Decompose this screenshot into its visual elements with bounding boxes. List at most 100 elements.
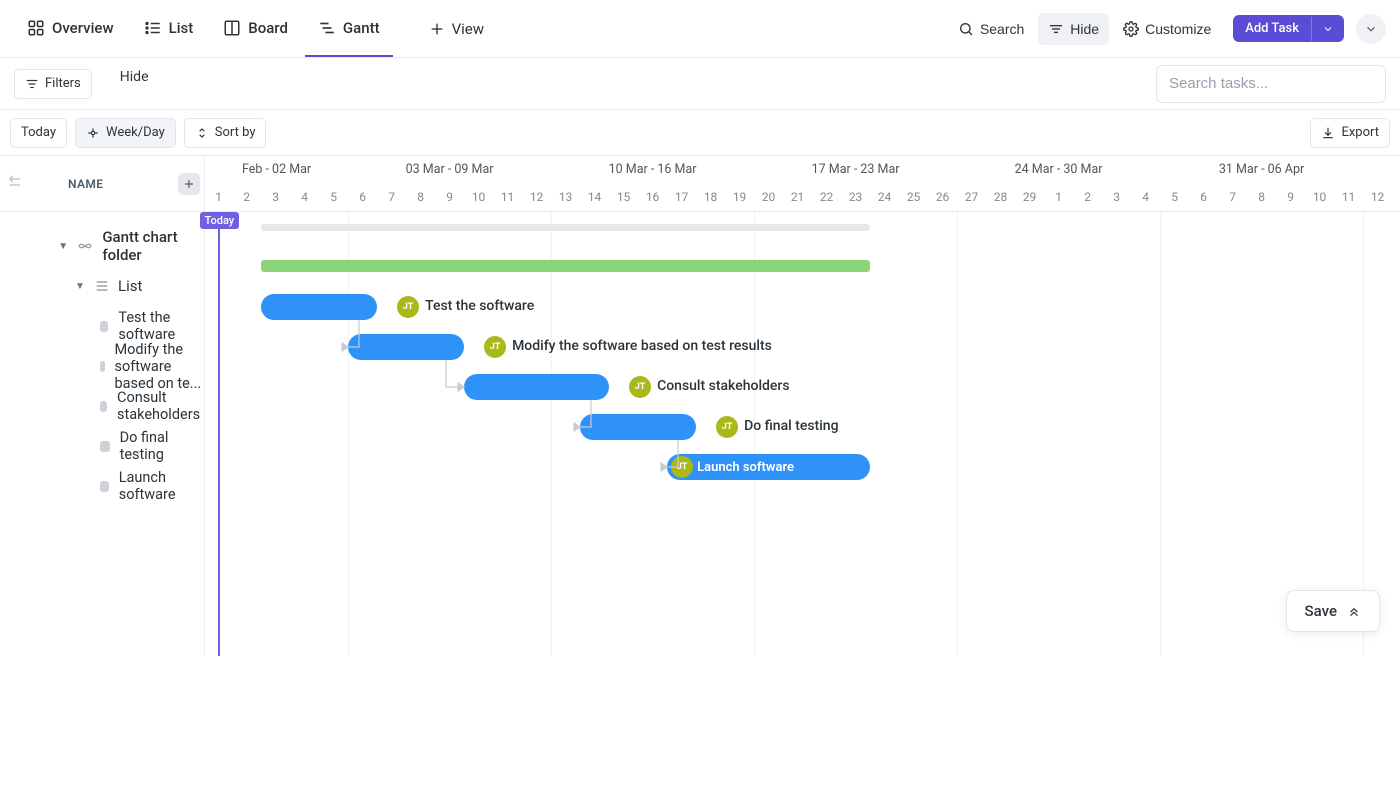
- day-label: 13: [551, 184, 580, 212]
- search-input[interactable]: [1156, 65, 1386, 103]
- day-label: 26: [928, 184, 957, 212]
- day-label: 17: [667, 184, 696, 212]
- tab-gantt[interactable]: Gantt: [305, 1, 393, 57]
- caret-down-icon[interactable]: ▼: [74, 281, 86, 292]
- plus-icon: [183, 178, 195, 190]
- day-label: 7: [377, 184, 406, 212]
- tab-overview[interactable]: Overview: [14, 1, 127, 57]
- add-task-dropdown[interactable]: [1311, 17, 1344, 41]
- caret-down-icon[interactable]: ▼: [58, 241, 68, 252]
- add-view-button[interactable]: View: [417, 11, 496, 47]
- week-label: 31 Mar - 06 Apr: [1160, 156, 1363, 184]
- dependency-arrow: [205, 212, 1205, 812]
- day-label: 28: [986, 184, 1015, 212]
- task-label: Modify the software based on te...: [115, 341, 205, 392]
- timeline-header: Feb - 02 Mar03 Mar - 09 Mar10 Mar - 16 M…: [205, 156, 1400, 212]
- week-label: 17 Mar - 23 Mar: [754, 156, 957, 184]
- gear-icon: [1123, 21, 1139, 37]
- today-line: [218, 212, 220, 656]
- day-label: 2: [232, 184, 261, 212]
- sortby-button[interactable]: Sort by: [184, 118, 267, 148]
- task-tree-panel: NAME ▼ Gantt chart folder ▼ List Test th…: [0, 156, 205, 656]
- hide-icon: [1048, 21, 1064, 37]
- week-label: 03 Mar - 09 Mar: [348, 156, 551, 184]
- customize-button[interactable]: Customize: [1113, 13, 1221, 45]
- list-icon: [94, 278, 110, 294]
- filters-button[interactable]: Filters: [14, 69, 92, 99]
- day-label: 5: [1160, 184, 1189, 212]
- day-label: 4: [1131, 184, 1160, 212]
- overview-icon: [27, 19, 45, 37]
- day-label: 2: [1073, 184, 1102, 212]
- day-label: 13: [1392, 184, 1400, 212]
- day-label: 29: [1015, 184, 1044, 212]
- filter-bar: Filters Hide: [0, 58, 1400, 110]
- chevron-down-icon: [1364, 22, 1378, 36]
- tab-board-label: Board: [248, 19, 288, 37]
- day-label: 6: [1189, 184, 1218, 212]
- day-label: 14: [580, 184, 609, 212]
- export-label: Export: [1341, 125, 1379, 140]
- day-label: 18: [696, 184, 725, 212]
- customize-label: Customize: [1145, 21, 1211, 37]
- save-button[interactable]: Save: [1286, 590, 1380, 632]
- hide-button[interactable]: Hide: [1038, 13, 1109, 45]
- add-column-button[interactable]: [178, 173, 200, 195]
- day-label: 20: [754, 184, 783, 212]
- folder-label: Gantt chart folder: [102, 228, 204, 264]
- day-label: 3: [1102, 184, 1131, 212]
- filter-icon: [25, 77, 39, 91]
- day-label: 6: [348, 184, 377, 212]
- week-label: 07 Apr - 13 Apr: [1363, 156, 1400, 184]
- tree-task[interactable]: Do final testing: [0, 426, 204, 466]
- zoom-icon: [86, 126, 100, 140]
- weekday-label: Week/Day: [106, 125, 165, 140]
- plus-icon: [429, 21, 445, 37]
- list-icon: [144, 19, 162, 37]
- export-button[interactable]: Export: [1310, 118, 1390, 148]
- chevron-down-icon: [1322, 23, 1334, 35]
- status-dot-icon: [100, 481, 109, 492]
- week-label: 10 Mar - 16 Mar: [551, 156, 754, 184]
- today-button[interactable]: Today: [10, 118, 67, 148]
- tree-task[interactable]: Launch software: [0, 466, 204, 506]
- day-label: 15: [609, 184, 638, 212]
- day-label: 25: [899, 184, 928, 212]
- day-label: 4: [290, 184, 319, 212]
- status-dot-icon: [100, 361, 105, 372]
- zoom-weekday-button[interactable]: Week/Day: [75, 118, 176, 148]
- subbar-hide-button[interactable]: Hide: [110, 69, 159, 99]
- tab-list[interactable]: List: [131, 1, 207, 57]
- collapse-panel-icon[interactable]: [6, 173, 24, 195]
- tree-task[interactable]: Consult stakeholders: [0, 386, 204, 426]
- download-icon: [1321, 126, 1335, 140]
- sort-icon: [195, 126, 209, 140]
- day-label: 23: [841, 184, 870, 212]
- tree-task[interactable]: Modify the software based on te...: [0, 346, 204, 386]
- tree-list[interactable]: ▼ List: [0, 266, 204, 306]
- day-label: 10: [1305, 184, 1334, 212]
- tree-folder[interactable]: ▼ Gantt chart folder: [0, 226, 204, 266]
- day-label: 16: [638, 184, 667, 212]
- search-icon: [958, 21, 974, 37]
- day-label: 22: [812, 184, 841, 212]
- sortby-label: Sort by: [215, 125, 256, 140]
- search-button[interactable]: Search: [948, 13, 1034, 45]
- day-label: 1: [1044, 184, 1073, 212]
- week-label: 24 Mar - 30 Mar: [957, 156, 1160, 184]
- add-task-button[interactable]: Add Task: [1233, 15, 1344, 42]
- tab-board[interactable]: Board: [210, 1, 301, 57]
- day-label: 10: [464, 184, 493, 212]
- day-label: 19: [725, 184, 754, 212]
- task-label: Consult stakeholders: [117, 389, 204, 423]
- task-label: Test the software: [118, 309, 204, 343]
- day-label: 8: [406, 184, 435, 212]
- tab-gantt-label: Gantt: [343, 19, 380, 37]
- more-button[interactable]: [1356, 14, 1386, 44]
- day-label: 1: [205, 184, 232, 212]
- add-task-main[interactable]: Add Task: [1233, 15, 1311, 42]
- day-label: 8: [1247, 184, 1276, 212]
- week-label: Feb - 02 Mar: [205, 156, 348, 184]
- day-label: 12: [522, 184, 551, 212]
- day-label: 9: [1276, 184, 1305, 212]
